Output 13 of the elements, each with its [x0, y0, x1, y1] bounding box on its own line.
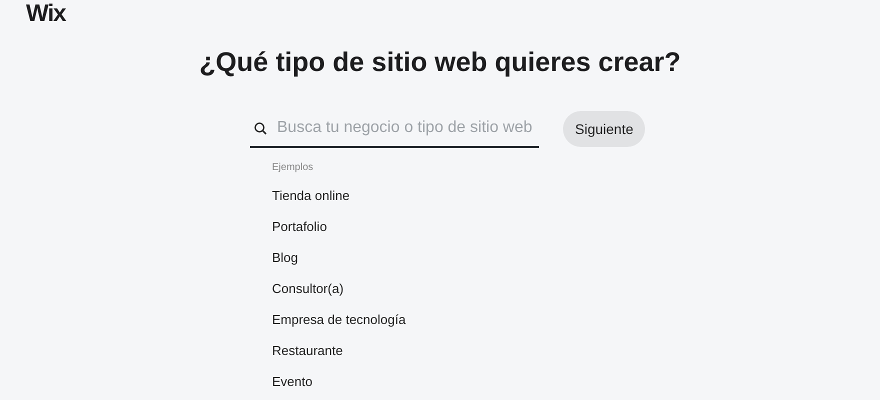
next-button[interactable]: Siguiente: [563, 111, 646, 147]
example-link[interactable]: Portafolio: [272, 211, 327, 242]
example-link[interactable]: Consultor(a): [272, 273, 344, 304]
example-link[interactable]: Restaurante: [272, 335, 343, 366]
examples-label: Ejemplos: [272, 162, 314, 174]
example-link[interactable]: Tienda online: [272, 180, 350, 211]
example-link[interactable]: Blog: [272, 242, 298, 273]
logo[interactable]: Wix: [26, 0, 66, 28]
example-link[interactable]: Empresa de tecnología: [272, 304, 406, 335]
example-link[interactable]: Evento: [272, 366, 312, 397]
page-heading: ¿Qué tipo de sitio web quieres crear?: [198, 46, 682, 78]
search-field[interactable]: Busca tu negocio o tipo de sitio web: [250, 110, 539, 148]
search-icon: [254, 122, 267, 134]
